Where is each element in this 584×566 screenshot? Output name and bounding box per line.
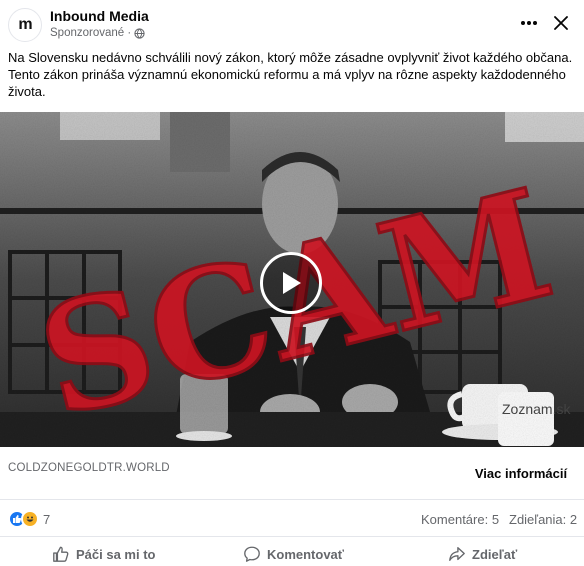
like-button[interactable]: Páči sa mi to bbox=[52, 543, 155, 565]
like-label: Páči sa mi to bbox=[76, 546, 156, 562]
comments-count[interactable]: Komentáre: 5 bbox=[421, 512, 499, 527]
sponsored-row: Sponzorované · bbox=[50, 27, 145, 39]
close-button[interactable] bbox=[548, 10, 574, 36]
shares-count[interactable]: Zdieľania: 2 bbox=[509, 512, 577, 527]
comment-label: Komentovať bbox=[267, 546, 345, 562]
avatar-logo-text: m bbox=[18, 16, 32, 33]
share-label: Zdieľať bbox=[472, 546, 518, 562]
post-video[interactable]: Zoznam.sk SCAM bbox=[0, 112, 584, 447]
page-name[interactable]: Inbound Media bbox=[50, 8, 149, 24]
post-actions: Páči sa mi to Komentovať Zdieľať bbox=[0, 536, 584, 566]
engagement-stats: 7 Komentáre: 5 Zdieľania: 2 bbox=[0, 500, 584, 536]
post-header: m Inbound Media Sponzorované · bbox=[0, 0, 584, 44]
more-icon bbox=[521, 21, 537, 25]
more-info-button[interactable]: Viac informácií bbox=[466, 460, 576, 486]
close-icon bbox=[554, 16, 568, 30]
post-text: Na Slovensku nedávno schválili nový záko… bbox=[8, 50, 573, 99]
comment-icon bbox=[244, 546, 260, 562]
globe-icon bbox=[134, 27, 145, 39]
reactions-summary[interactable]: 7 bbox=[8, 510, 50, 528]
share-icon bbox=[449, 547, 465, 561]
play-icon bbox=[283, 272, 301, 294]
sponsored-label[interactable]: Sponzorované · bbox=[50, 27, 131, 39]
haha-reaction-icon bbox=[21, 510, 39, 528]
link-domain: COLDZONEGOLDTR.WORLD bbox=[8, 462, 170, 474]
reaction-count: 7 bbox=[43, 511, 51, 527]
page-avatar[interactable]: m bbox=[8, 8, 42, 42]
comment-button[interactable]: Komentovať bbox=[243, 543, 344, 565]
play-button[interactable] bbox=[260, 252, 322, 314]
like-icon bbox=[53, 546, 69, 562]
more-options-button[interactable] bbox=[516, 10, 542, 36]
share-button[interactable]: Zdieľať bbox=[448, 543, 517, 565]
link-preview[interactable]: COLDZONEGOLDTR.WORLD Viac informácií bbox=[0, 448, 584, 500]
